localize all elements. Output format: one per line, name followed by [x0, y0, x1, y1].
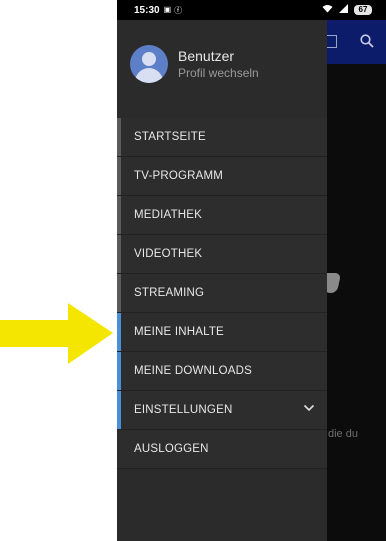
- signal-icon: [339, 4, 348, 16]
- menu-item-label: MEINE INHALTE: [134, 326, 224, 338]
- avatar[interactable]: [130, 45, 168, 83]
- cast-icon[interactable]: [327, 35, 337, 48]
- menu-item-streaming[interactable]: STREAMING: [117, 274, 327, 313]
- menu-item-meine-downloads[interactable]: MEINE DOWNLOADS: [117, 352, 327, 391]
- profile-switcher[interactable]: Benutzer Profil wechseln: [130, 45, 320, 85]
- menu-item-meine-inhalte[interactable]: MEINE INHALTE: [117, 313, 327, 352]
- drawer-menu: STARTSEITE TV-PROGRAMM MEDIATHEK VIDEOTH…: [117, 118, 327, 469]
- background-text: die du: [328, 428, 358, 440]
- status-bar: 15:30 ▣ ⓕ 67: [117, 0, 386, 20]
- screenshot-icon: ▣: [163, 4, 172, 14]
- profile-name: Benutzer: [178, 48, 235, 64]
- menu-item-label: VIDEOTHEK: [134, 248, 203, 260]
- facebook-icon: ⓕ: [174, 5, 183, 15]
- menu-item-label: TV-PROGRAMM: [134, 170, 224, 182]
- menu-item-startseite[interactable]: STARTSEITE: [117, 118, 327, 157]
- menu-item-einstellungen[interactable]: EINSTELLUNGEN: [117, 391, 327, 430]
- menu-item-label: STREAMING: [134, 287, 205, 299]
- phone-screen: 15:30 ▣ ⓕ 67 die du Benutzer Profil wech…: [117, 0, 386, 541]
- navigation-drawer: Benutzer Profil wechseln STARTSEITE TV-P…: [117, 20, 327, 541]
- notification-icons: ▣ ⓕ: [164, 5, 183, 16]
- chevron-down-icon[interactable]: [303, 403, 315, 415]
- menu-item-label: EINSTELLUNGEN: [134, 404, 233, 416]
- menu-item-label: MEDIATHEK: [134, 209, 203, 221]
- menu-item-tv-programm[interactable]: TV-PROGRAMM: [117, 157, 327, 196]
- menu-item-mediathek[interactable]: MEDIATHEK: [117, 196, 327, 235]
- battery-icon: 67: [354, 5, 372, 15]
- menu-item-ausloggen[interactable]: AUSLOGGEN: [117, 430, 327, 469]
- search-icon[interactable]: [360, 34, 374, 53]
- menu-item-label: STARTSEITE: [134, 131, 206, 143]
- annotation-arrow: [0, 303, 113, 364]
- app-bar-background: [327, 20, 386, 64]
- menu-item-videothek[interactable]: VIDEOTHEK: [117, 235, 327, 274]
- profile-switch-label[interactable]: Profil wechseln: [178, 66, 259, 80]
- menu-item-label: MEINE DOWNLOADS: [134, 365, 253, 377]
- menu-item-label: AUSLOGGEN: [134, 443, 209, 455]
- status-time: 15:30: [134, 4, 160, 16]
- wifi-icon: [322, 4, 333, 16]
